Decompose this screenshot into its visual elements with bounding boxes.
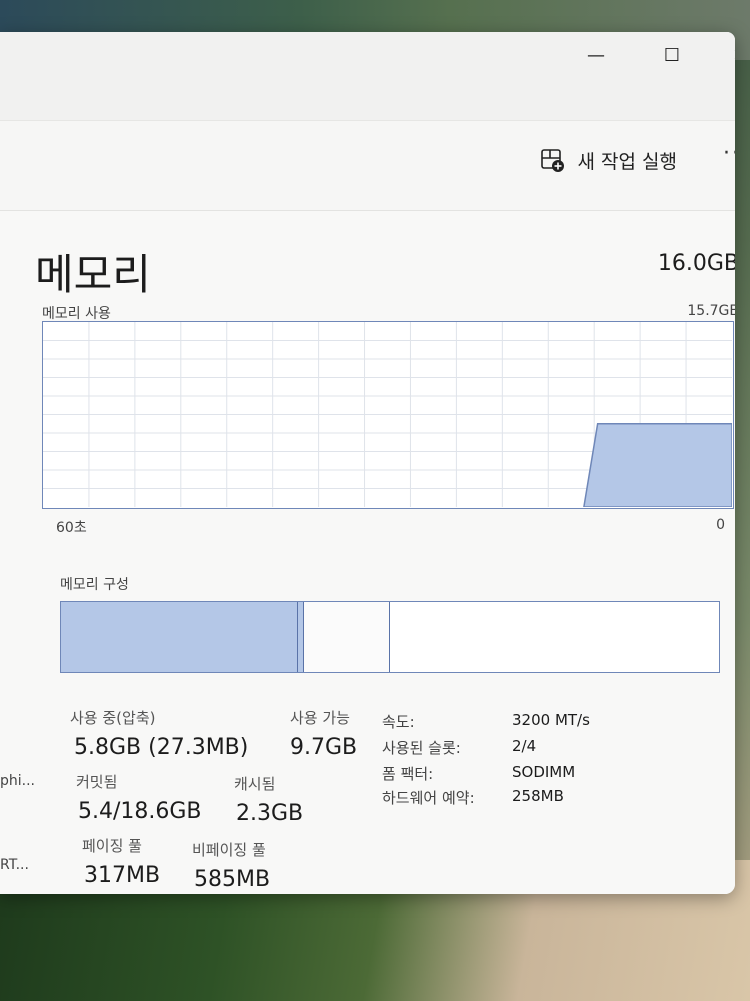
composition-modified-segment xyxy=(297,602,305,672)
composition-in-use-segment xyxy=(61,602,298,672)
page-title: 메모리 xyxy=(35,250,151,299)
minimize-button[interactable]: — xyxy=(574,38,618,74)
graph-time-end-label: 0 xyxy=(716,517,725,533)
slots-label: 사용된 슬롯: xyxy=(382,739,461,757)
toolbar: 새 작업 실행 ·· xyxy=(0,120,735,211)
hardware-reserved-value: 258MB xyxy=(512,787,564,805)
memory-usage-label: 메모리 사용 xyxy=(42,306,111,322)
close-icon: ✕ xyxy=(732,45,735,66)
form-factor-value: SODIMM xyxy=(512,763,576,781)
available-label: 사용 가능 xyxy=(290,709,350,727)
slots-value: 2/4 xyxy=(512,737,537,755)
minimize-icon: — xyxy=(587,45,605,66)
memory-usage-max: 15.7GB xyxy=(687,303,735,319)
memory-usage-area xyxy=(583,423,732,507)
memory-composition-label: 메모리 구성 xyxy=(60,577,129,593)
nonpaged-pool-value: 585MB xyxy=(194,867,271,892)
committed-value: 5.4/18.6GB xyxy=(78,799,202,824)
run-task-icon xyxy=(540,148,564,172)
more-options-button[interactable]: ·· xyxy=(723,141,735,166)
cached-value: 2.3GB xyxy=(236,801,304,826)
nonpaged-pool-label: 비페이징 풀 xyxy=(192,841,266,859)
cached-label: 캐시됨 xyxy=(234,775,276,793)
memory-composition-bar xyxy=(60,601,720,673)
memory-usage-chart xyxy=(43,322,732,507)
composition-free-segment xyxy=(389,602,719,672)
maximize-button[interactable]: ☐ xyxy=(650,38,694,74)
hardware-reserved-label: 하드웨어 예약: xyxy=(382,789,475,807)
run-new-task-button[interactable]: 새 작업 실행 xyxy=(540,147,677,174)
graph-time-start-label: 60초 xyxy=(56,520,87,536)
speed-label: 속도: xyxy=(382,713,415,731)
in-use-value: 5.8GB (27.3MB) xyxy=(74,735,249,760)
sidebar-item-truncated-1[interactable]: phi... xyxy=(0,773,35,789)
close-button[interactable]: ✕ xyxy=(718,38,735,74)
composition-standby-segment xyxy=(304,602,390,672)
title-bar: — ☐ ✕ xyxy=(0,32,735,120)
form-factor-label: 폼 팩터: xyxy=(382,765,434,783)
maximize-icon: ☐ xyxy=(663,45,681,66)
task-manager-window: — ☐ ✕ 새 작업 실행 ·· 메모리 16.0GB 메모리 사용 15.7G… xyxy=(0,32,735,894)
in-use-label: 사용 중(압축) xyxy=(70,709,156,727)
available-value: 9.7GB xyxy=(290,735,358,760)
committed-label: 커밋됨 xyxy=(76,773,118,791)
memory-panel: 메모리 16.0GB 메모리 사용 15.7GB 60초 0 메모리 구성 사용… xyxy=(0,210,735,894)
speed-value: 3200 MT/s xyxy=(512,711,590,729)
paged-pool-label: 페이징 풀 xyxy=(82,837,142,855)
memory-total: 16.0GB xyxy=(657,251,735,276)
memory-usage-graph xyxy=(42,321,734,509)
sidebar-item-truncated-2[interactable]: RT... xyxy=(0,857,29,873)
paged-pool-value: 317MB xyxy=(84,863,161,888)
run-task-label: 새 작업 실행 xyxy=(577,151,677,173)
